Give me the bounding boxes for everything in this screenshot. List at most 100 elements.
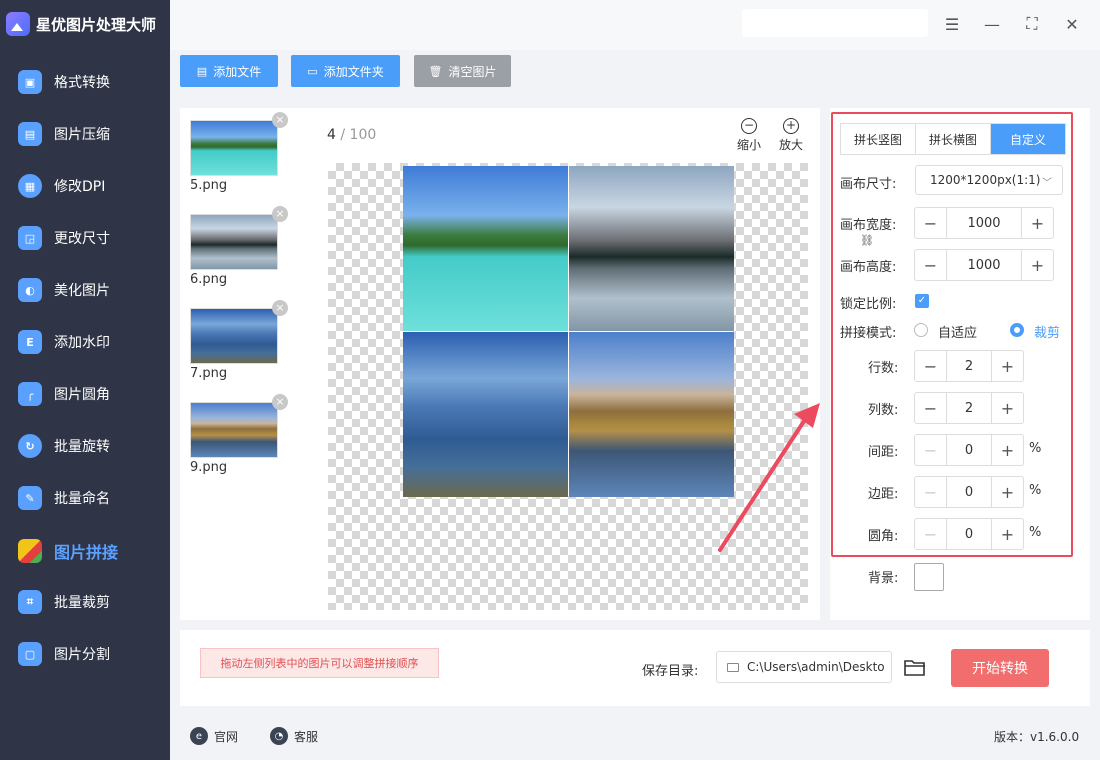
cols-stepper: − 2 + xyxy=(914,392,1024,424)
footer: e 官网 ◔ 客服 版本：v1.6.0.0 xyxy=(170,712,1100,760)
decrement-button[interactable]: − xyxy=(915,250,947,280)
margin-stepper: − 0 + xyxy=(914,476,1024,508)
decrement-button[interactable]: − xyxy=(915,393,947,423)
link-icon[interactable]: ⛓ xyxy=(860,234,874,247)
sidebar-item-split[interactable]: ▢ 图片分割 xyxy=(18,636,168,672)
website-label: 官网 xyxy=(214,729,239,744)
sidebar-item-rename[interactable]: ✎ 批量命名 xyxy=(18,480,168,516)
increment-button[interactable]: + xyxy=(991,435,1023,465)
radius-value[interactable]: 0 xyxy=(947,527,991,542)
zoom-out-button[interactable]: − 缩小 xyxy=(737,118,761,153)
decrement-button[interactable]: − xyxy=(915,477,947,507)
spacing-unit: % xyxy=(1029,441,1042,456)
app-logo: 星优图片处理大师 xyxy=(6,10,156,38)
sidebar-item-label: 修改DPI xyxy=(54,179,106,195)
list-item[interactable]: × 9.png xyxy=(190,394,288,475)
radio-crop[interactable] xyxy=(1010,323,1024,337)
tab-long-vertical[interactable]: 拼长竖图 xyxy=(841,124,916,154)
remove-icon[interactable]: × xyxy=(272,394,288,410)
decrement-button[interactable]: − xyxy=(915,208,947,238)
search-input[interactable] xyxy=(742,9,928,37)
cols-label: 列数: xyxy=(868,403,899,418)
increment-button[interactable]: + xyxy=(991,519,1023,549)
watermark-icon: E xyxy=(18,330,42,354)
add-folder-label: 添加文件夹 xyxy=(323,64,384,79)
support-label: 客服 xyxy=(294,729,319,744)
increment-button[interactable]: + xyxy=(991,393,1023,423)
website-link[interactable]: e 官网 xyxy=(190,727,238,745)
save-path-input[interactable]: C:\Users\admin\Deskto xyxy=(716,651,892,683)
open-folder-icon[interactable] xyxy=(904,658,926,676)
radius-label: 圆角: xyxy=(868,529,899,544)
remove-icon[interactable]: × xyxy=(272,112,288,128)
background-color-swatch[interactable] xyxy=(914,563,944,591)
sidebar-item-crop[interactable]: ⌗ 批量裁剪 xyxy=(18,584,168,620)
preview-panel: × 5.png × 6.png × 7.png × 9.png 4 / 100 … xyxy=(180,108,820,620)
image-convert-icon: ▣ xyxy=(18,70,42,94)
sidebar-item-label: 更改尺寸 xyxy=(54,231,110,247)
sidebar-item-label: 美化图片 xyxy=(54,283,110,299)
rename-icon: ✎ xyxy=(18,486,42,510)
sidebar-item-stitch[interactable]: 图片拼接 xyxy=(18,533,168,569)
sidebar-item-resize[interactable]: ◲ 更改尺寸 xyxy=(18,220,168,256)
sidebar-item-compress[interactable]: ▤ 图片压缩 xyxy=(18,116,168,152)
radio-adaptive[interactable] xyxy=(914,323,928,337)
zoom-in-icon: + xyxy=(783,118,799,134)
spacing-value[interactable]: 0 xyxy=(947,443,991,458)
output-panel: 拖动左侧列表中的图片可以调整拼接顺序 保存目录: C:\Users\admin\… xyxy=(180,630,1090,706)
remove-icon[interactable]: × xyxy=(272,300,288,316)
cols-value[interactable]: 2 xyxy=(947,401,991,416)
list-item[interactable]: × 6.png xyxy=(190,206,288,287)
margin-value[interactable]: 0 xyxy=(947,485,991,500)
maximize-icon[interactable]: ⛶ xyxy=(1020,12,1044,36)
support-link[interactable]: ◔ 客服 xyxy=(270,727,318,745)
add-file-button[interactable]: ▤ 添加文件 xyxy=(180,55,278,87)
sidebar-item-round-corner[interactable]: ╭ 图片圆角 xyxy=(18,376,168,412)
canvas-width-value[interactable]: 1000 xyxy=(947,216,1021,231)
sidebar-item-format-convert[interactable]: ▣ 格式转换 xyxy=(18,64,168,100)
increment-button[interactable]: + xyxy=(991,351,1023,381)
increment-button[interactable]: + xyxy=(1021,250,1053,280)
file-name: 5.png xyxy=(190,178,228,193)
tab-long-horizontal[interactable]: 拼长横图 xyxy=(916,124,991,154)
canvas-height-value[interactable]: 1000 xyxy=(947,258,1021,273)
canvas-size-select[interactable]: 1200*1200px(1:1) ﹀ xyxy=(915,165,1063,195)
list-item[interactable]: × 7.png xyxy=(190,300,288,381)
decrement-button[interactable]: − xyxy=(915,435,947,465)
chevron-down-icon: ﹀ xyxy=(1042,178,1052,189)
spacing-label: 间距: xyxy=(868,445,899,460)
sidebar-item-label: 批量命名 xyxy=(54,491,110,507)
collage-tile xyxy=(403,332,568,497)
clear-images-button[interactable]: 🗑 清空图片 xyxy=(414,55,511,87)
increment-button[interactable]: + xyxy=(991,477,1023,507)
trash-icon: 🗑 xyxy=(428,64,443,78)
close-icon[interactable]: ✕ xyxy=(1060,12,1084,36)
app-logo-icon xyxy=(6,12,30,36)
sidebar-item-beautify[interactable]: ◐ 美化图片 xyxy=(18,272,168,308)
radius-stepper: − 0 + xyxy=(914,518,1024,550)
sidebar-item-label: 批量旋转 xyxy=(54,439,110,455)
lock-ratio-checkbox[interactable]: ✓ xyxy=(915,294,929,308)
sidebar-item-rotate[interactable]: ↻ 批量旋转 xyxy=(18,428,168,464)
zoom-out-label: 缩小 xyxy=(737,138,762,152)
increment-button[interactable]: + xyxy=(1021,208,1053,238)
sidebar-item-watermark[interactable]: E 添加水印 xyxy=(18,324,168,360)
decrement-button[interactable]: − xyxy=(915,351,947,381)
list-item[interactable]: × 5.png xyxy=(190,112,288,193)
minimize-icon[interactable]: — xyxy=(980,12,1004,36)
start-convert-button[interactable]: 开始转换 xyxy=(951,649,1049,687)
tab-custom[interactable]: 自定义 xyxy=(991,124,1065,154)
background-label: 背景: xyxy=(868,571,899,586)
page-current: 4 xyxy=(327,127,336,143)
rows-label: 行数: xyxy=(868,361,899,376)
settings-sliders-icon[interactable]: ☰ xyxy=(940,12,964,36)
collage-tile xyxy=(403,166,568,331)
rows-value[interactable]: 2 xyxy=(947,359,991,374)
zoom-in-button[interactable]: + 放大 xyxy=(779,118,803,153)
add-folder-button[interactable]: ▭ 添加文件夹 xyxy=(291,55,400,87)
sidebar-item-dpi[interactable]: ▦ 修改DPI xyxy=(18,168,168,204)
thumbnail-image xyxy=(190,308,278,364)
decrement-button[interactable]: − xyxy=(915,519,947,549)
save-path-value: C:\Users\admin\Deskto xyxy=(747,660,885,674)
remove-icon[interactable]: × xyxy=(272,206,288,222)
